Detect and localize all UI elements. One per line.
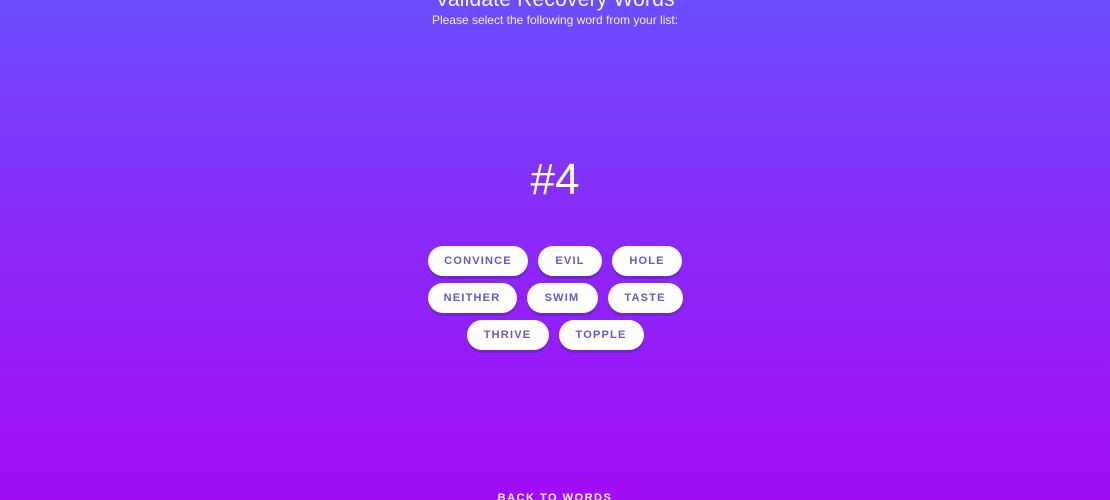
word-row: THRIVE TOPPLE (466, 320, 644, 350)
word-choice-button-swim[interactable]: SWIM (526, 283, 598, 313)
word-choice-button-neither[interactable]: NEITHER (427, 283, 517, 313)
page-title: Validate Recovery Words (0, 0, 1110, 12)
word-choices: CONVINCE EVIL HOLE NEITHER SWIM TASTE TH… (0, 246, 1110, 350)
word-choice-button-evil[interactable]: EVIL (538, 246, 602, 276)
word-choice-button-thrive[interactable]: THRIVE (466, 320, 549, 350)
word-row: NEITHER SWIM TASTE (427, 283, 683, 313)
word-row: CONVINCE EVIL HOLE (428, 246, 682, 276)
word-choice-button-taste[interactable]: TASTE (607, 283, 683, 313)
word-number: #4 (530, 155, 580, 204)
back-to-words-link[interactable]: BACK TO WORDS (0, 492, 1110, 500)
word-choice-button-convince[interactable]: CONVINCE (428, 246, 528, 276)
word-choice-button-topple[interactable]: TOPPLE (558, 320, 644, 350)
word-choice-button-hole[interactable]: HOLE (612, 246, 682, 276)
page-subtitle: Please select the following word from yo… (431, 13, 679, 27)
